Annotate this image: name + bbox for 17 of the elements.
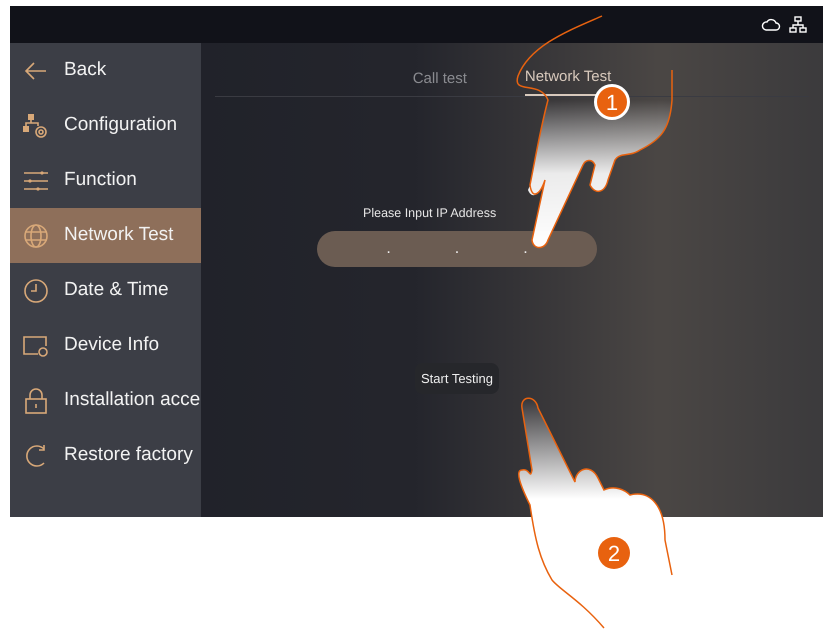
hierarchy-gear-icon — [22, 112, 50, 140]
sidebar-item[interactable]: Restore factory — [10, 428, 201, 483]
cloud-icon — [761, 16, 781, 32]
field-label: Please Input IP Address — [363, 205, 496, 222]
sidebar-item[interactable]: Back — [10, 43, 201, 98]
sidebar-item[interactable]: Function — [10, 153, 201, 208]
clock-icon — [22, 276, 50, 304]
sidebar-item[interactable]: Configuration — [10, 98, 201, 153]
globe-icon — [22, 222, 50, 250]
sidebar-item[interactable]: Network Test — [10, 208, 201, 263]
sidebar-item[interactable]: Device Info — [10, 318, 201, 373]
sidebar-item[interactable]: Date & Time — [10, 263, 201, 318]
padlock-icon — [22, 386, 50, 414]
ip-address-field[interactable]: . . . — [317, 230, 597, 267]
tab[interactable]: Call test — [412, 62, 467, 96]
network-icon — [789, 16, 807, 34]
sidebar-item[interactable]: Installation acce — [10, 373, 201, 428]
